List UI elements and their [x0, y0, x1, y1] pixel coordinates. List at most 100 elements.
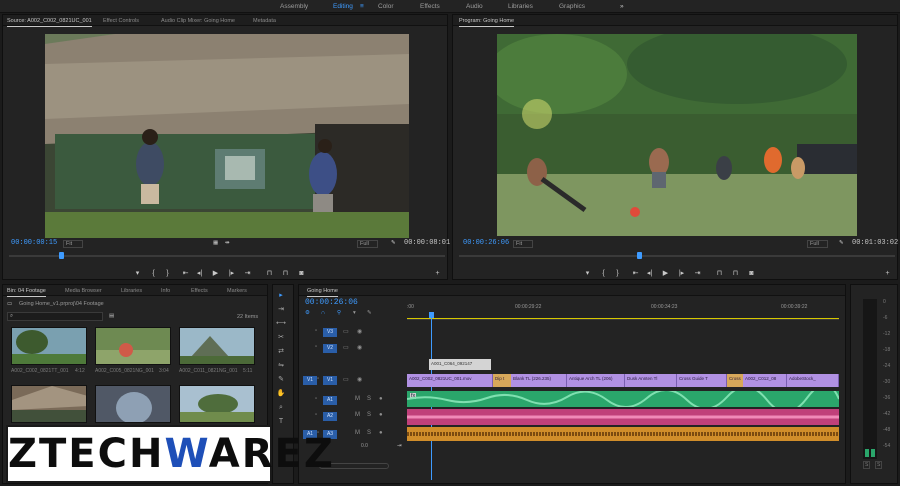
sync-lock-icon[interactable]: ▭ [343, 376, 349, 383]
slip-tool-icon[interactable]: ⇄ [276, 347, 286, 357]
tab-markers[interactable]: Markers [227, 288, 247, 294]
video-clip[interactable]: Dusk Annten Tl [625, 374, 677, 387]
lift-button[interactable]: ⊓ [715, 269, 724, 278]
go-to-end-icon[interactable]: ⇥ [397, 443, 402, 449]
source-add-button[interactable]: + [433, 269, 442, 278]
solo-icon[interactable]: S [367, 412, 371, 418]
tab-info[interactable]: Info [161, 288, 170, 294]
razor-tool-icon[interactable]: ✂ [276, 333, 286, 343]
tab-bin-footage[interactable]: Bin: 04 Footage [7, 288, 46, 297]
clip-thumbnail[interactable] [179, 327, 255, 365]
source-drag-icon[interactable]: ⇹ [225, 240, 230, 246]
a2-audio-clip[interactable] [407, 409, 839, 425]
track-area[interactable]: A001_C064_092147 A002_C002_0821UC_001.mo… [407, 321, 839, 461]
solo-right-button[interactable]: S [875, 461, 883, 469]
a3-audio-clip[interactable] [407, 427, 839, 441]
program-quality-dropdown[interactable]: Full [807, 240, 828, 248]
tab-libraries[interactable]: Libraries [121, 288, 142, 294]
program-step-forward-icon[interactable]: |▸ [677, 269, 686, 278]
transition-clip[interactable]: Dip t [493, 374, 511, 387]
video-clip[interactable]: Cross Guide T [677, 374, 727, 387]
program-go-to-in-icon[interactable]: ⇤ [631, 269, 640, 278]
overwrite-button[interactable]: ⊓ [281, 269, 290, 278]
mark-out-button[interactable]: } [163, 269, 172, 278]
mark-in-button[interactable]: { [149, 269, 158, 278]
track-label[interactable]: V1 [323, 376, 337, 385]
source-video-frame[interactable] [45, 34, 409, 238]
sync-lock-icon[interactable]: ▭ [343, 328, 349, 335]
mic-icon[interactable]: ● [379, 412, 383, 418]
program-mark-in-button[interactable]: { [599, 269, 608, 278]
clip-thumbnail[interactable] [11, 327, 87, 365]
track-label[interactable]: V2 [323, 344, 337, 353]
workspace-effects[interactable]: Effects [420, 3, 440, 10]
sync-lock-icon[interactable]: ▭ [343, 344, 349, 351]
source-patch-v[interactable]: V1 [303, 376, 317, 385]
mute-icon[interactable]: M [355, 396, 360, 402]
program-playhead[interactable] [637, 252, 642, 259]
clip-thumbnail[interactable] [11, 385, 87, 423]
program-scrubber[interactable] [459, 255, 895, 257]
timeline-timecode[interactable]: 00:00:26:06 [305, 298, 358, 307]
play-button[interactable]: ▶ [211, 269, 220, 278]
master-level[interactable]: 0.0 [361, 443, 368, 449]
program-add-button[interactable]: + [883, 269, 892, 278]
eye-icon[interactable]: ◉ [357, 376, 362, 383]
tab-metadata[interactable]: Metadata [253, 18, 276, 24]
insert-button[interactable]: ⊓ [265, 269, 274, 278]
program-marker-icon[interactable]: ▾ [583, 269, 592, 278]
lock-icon[interactable]: ▫ [315, 344, 317, 350]
marker-icon[interactable]: ▾ [133, 269, 142, 278]
slide-tool-icon[interactable]: ⇋ [276, 361, 286, 371]
source-quality-dropdown[interactable]: Full [357, 240, 378, 248]
source-fit-dropdown[interactable]: Fit [63, 240, 84, 248]
selection-tool-icon[interactable]: ▸ [276, 291, 286, 301]
solo-icon[interactable]: S [367, 396, 371, 402]
video-clip[interactable]: Antique Arch TL (206) [567, 374, 625, 387]
add-marker-icon[interactable]: ▾ [353, 310, 356, 316]
hand-tool-icon[interactable]: ✋ [276, 389, 286, 399]
video-clip[interactable]: Blank TL (226.235) [511, 374, 567, 387]
program-export-frame-icon[interactable]: ◙ [747, 269, 756, 278]
workspace-editing[interactable]: Editing [333, 3, 353, 10]
lock-icon[interactable]: ▫ [315, 396, 317, 402]
source-timecode[interactable]: 00:00:00:15 [11, 239, 57, 247]
program-wrench-icon[interactable]: ✎ [839, 240, 844, 246]
pen-tool-icon[interactable]: ✎ [276, 375, 286, 385]
track-label[interactable]: A2 [323, 412, 337, 421]
tab-audio-clip-mixer[interactable]: Audio Clip Mixer: Going Home [161, 18, 235, 24]
mic-icon[interactable]: ● [379, 430, 383, 436]
track-select-tool-icon[interactable]: ⇥ [276, 305, 286, 315]
video-clip[interactable]: AdobeStock_ [787, 374, 839, 387]
work-area-bar[interactable] [407, 318, 839, 319]
program-go-to-out-icon[interactable]: ⇥ [693, 269, 702, 278]
program-step-back-icon[interactable]: ◂| [645, 269, 654, 278]
track-label[interactable]: A1 [323, 396, 337, 405]
workspace-libraries[interactable]: Libraries [508, 3, 533, 10]
solo-icon[interactable]: S [367, 430, 371, 436]
lock-icon[interactable]: ▫ [315, 328, 317, 334]
source-settings-icon[interactable]: ▦ [213, 240, 218, 246]
source-wrench-icon[interactable]: ✎ [391, 240, 396, 246]
source-playhead[interactable] [59, 252, 64, 259]
cross-dissolve[interactable]: Cross [727, 374, 743, 387]
go-to-out-icon[interactable]: ⇥ [243, 269, 252, 278]
linked-icon[interactable]: ⚲ [337, 310, 341, 316]
go-to-in-icon[interactable]: ⇤ [181, 269, 190, 278]
mute-icon[interactable]: M [355, 430, 360, 436]
timeline-settings-icon[interactable]: ✎ [367, 310, 372, 316]
workspace-menu-icon[interactable]: ≡ [360, 3, 364, 10]
more-workspaces-icon[interactable]: » [620, 3, 624, 10]
lock-icon[interactable]: ▫ [317, 376, 319, 382]
eye-icon[interactable]: ◉ [357, 328, 362, 335]
zoom-tool-icon[interactable]: ⌕ [276, 403, 286, 413]
time-ruler[interactable]: :00 00:00:29:22 00:00:34:23 00:00:39:22 [407, 302, 839, 320]
tab-media-browser[interactable]: Media Browser [65, 288, 102, 294]
type-tool-icon[interactable]: T [276, 417, 286, 427]
tab-effects[interactable]: Effects [191, 288, 208, 294]
workspace-color[interactable]: Color [378, 3, 394, 10]
snap-icon[interactable]: ∩ [321, 310, 325, 316]
ripple-edit-tool-icon[interactable]: ⟷ [276, 319, 286, 329]
step-forward-icon[interactable]: |▸ [227, 269, 236, 278]
new-bin-icon[interactable]: ▤ [109, 313, 114, 319]
